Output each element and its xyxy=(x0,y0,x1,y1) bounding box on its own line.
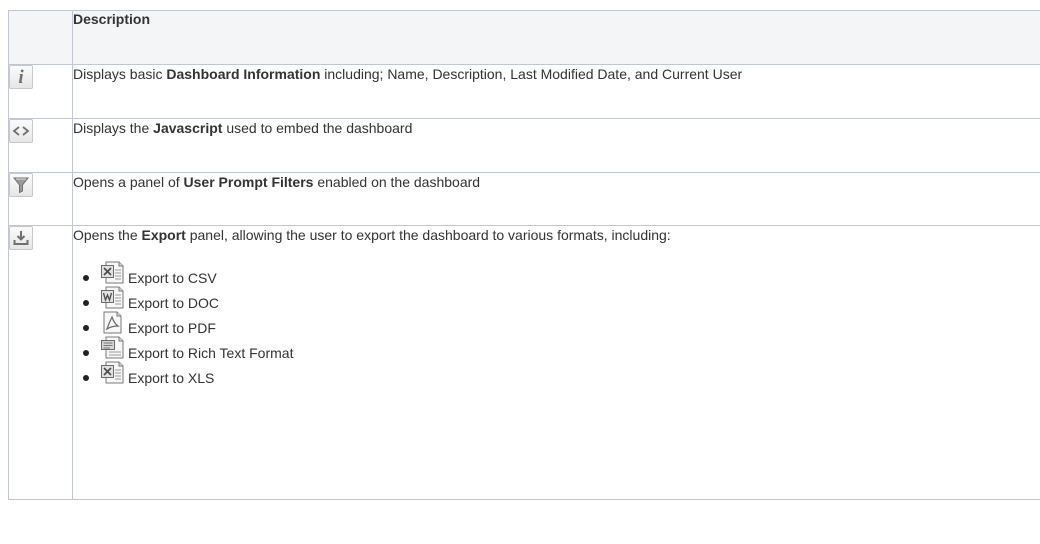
description-text-before: Displays the xyxy=(73,120,154,136)
description-text-after: used to embed the dashboard xyxy=(222,120,413,136)
description-text: Displays basic Dashboard Information inc… xyxy=(73,65,1040,83)
table-row: i Displays basic Dashboard Information i… xyxy=(8,64,1040,119)
description-cell: Opens a panel of User Prompt Filters ena… xyxy=(72,172,1040,226)
bullet xyxy=(83,325,89,331)
export-item-label: Export to PDF xyxy=(128,320,216,336)
description-text-after: including; Name, Description, Last Modif… xyxy=(320,66,743,82)
table-row: Displays the Javascript used to embed th… xyxy=(8,118,1040,173)
description-text-before: Displays basic xyxy=(73,66,167,82)
icon-cell xyxy=(8,172,73,226)
pdf-file-icon xyxy=(103,311,122,334)
description-text: Displays the Javascript used to embed th… xyxy=(73,119,1040,137)
export-item-label: Export to Rich Text Format xyxy=(128,345,294,361)
list-item: Export to DOC xyxy=(83,286,1040,312)
description-text: Opens a panel of User Prompt Filters ena… xyxy=(73,173,1040,191)
description-text-before: Opens the xyxy=(73,227,142,243)
header-description-column: Description xyxy=(72,10,1040,65)
description-text-before: Opens a panel of xyxy=(73,174,184,190)
icon-cell: i xyxy=(8,64,73,119)
description-text: Opens the Export panel, allowing the use… xyxy=(73,226,1040,244)
rtf-file-icon xyxy=(101,336,124,359)
description-cell: Displays the Javascript used to embed th… xyxy=(72,118,1040,173)
list-item: Export to XLS xyxy=(83,361,1040,387)
description-bold: Export xyxy=(141,227,186,243)
export-item-label: Export to XLS xyxy=(128,370,215,386)
excel-file-icon xyxy=(101,361,124,384)
icon-cell xyxy=(8,118,73,173)
icon-cell xyxy=(8,225,73,500)
list-item: Export to PDF xyxy=(83,311,1040,337)
table-row: Opens the Export panel, allowing the use… xyxy=(8,225,1040,500)
filter-funnel-icon xyxy=(9,173,33,197)
export-item-label: Export to DOC xyxy=(128,295,220,311)
bullet xyxy=(83,375,89,381)
table-header-row: Description xyxy=(8,10,1040,65)
description-cell: Opens the Export panel, allowing the use… xyxy=(72,225,1040,500)
download-icon xyxy=(9,226,33,250)
description-text-after: panel, allowing the user to export the d… xyxy=(185,227,671,243)
info-glyph: i xyxy=(18,66,24,88)
toolbar-icons-table: Description i Displays basic Dashboard I… xyxy=(8,10,1040,500)
word-file-icon xyxy=(101,286,124,309)
description-bold: User Prompt Filters xyxy=(183,174,314,190)
excel-file-icon xyxy=(101,261,124,284)
header-icon-column xyxy=(8,10,73,65)
embed-code-icon xyxy=(9,119,33,143)
list-item: Export to CSV xyxy=(83,261,1040,287)
info-icon: i xyxy=(9,65,33,89)
description-bold: Dashboard Information xyxy=(166,66,321,82)
bullet xyxy=(83,350,89,356)
bullet xyxy=(83,275,89,281)
table-row: Opens a panel of User Prompt Filters ena… xyxy=(8,172,1040,226)
description-text-after: enabled on the dashboard xyxy=(313,174,481,190)
description-cell: Displays basic Dashboard Information inc… xyxy=(72,64,1040,119)
list-item: Export to Rich Text Format xyxy=(83,336,1040,362)
description-bold: Javascript xyxy=(153,120,223,136)
bullet xyxy=(83,300,89,306)
export-item-label: Export to CSV xyxy=(128,270,217,286)
export-format-list: Export to CSV Export to DOC Export to PD… xyxy=(73,261,1040,387)
